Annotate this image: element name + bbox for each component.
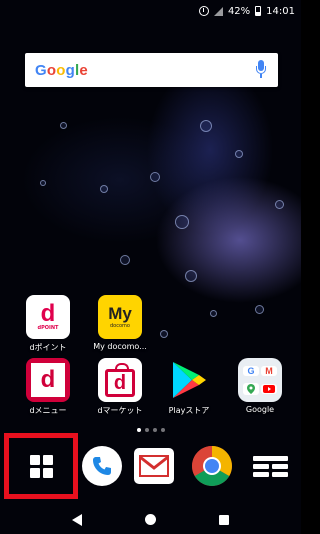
google-logo: Google <box>35 61 88 79</box>
page-dot <box>144 428 149 432</box>
app-label: Google <box>245 405 275 414</box>
app-label: dマーケット <box>97 406 143 415</box>
mail-icon <box>134 448 174 484</box>
alarm-icon <box>198 6 209 16</box>
bubble <box>150 172 160 182</box>
battery-percentage: 42% <box>227 5 251 17</box>
google-search-bar[interactable]: Google <box>25 53 278 87</box>
app-play-store[interactable]: Playストア <box>154 358 224 416</box>
google-folder-icon: G M <box>238 358 282 402</box>
app-label: dメニュー <box>29 406 67 415</box>
bubble <box>185 270 197 282</box>
app-my-docomo[interactable]: My docomo My docomo... <box>85 295 155 351</box>
status-time: 14:01 <box>266 5 295 17</box>
bubble <box>100 185 108 193</box>
bubble <box>60 122 67 129</box>
bubble <box>210 310 217 317</box>
app-dmenu[interactable]: d dメニュー <box>13 358 83 416</box>
mic-icon[interactable] <box>254 60 268 80</box>
bubble <box>175 215 189 229</box>
dpoint-icon: d dPOINT <box>26 295 70 339</box>
chrome-app[interactable] <box>188 442 236 490</box>
my-docomo-icon: My docomo <box>98 295 142 339</box>
app-dmarket[interactable]: d dマーケット <box>85 358 155 416</box>
app-drawer-button[interactable] <box>4 433 78 499</box>
page-indicator <box>0 428 301 432</box>
youtube-icon <box>261 383 277 394</box>
navigation-bar <box>0 505 301 534</box>
play-store-icon <box>167 358 211 402</box>
bubble <box>235 150 243 158</box>
bubble <box>40 180 46 186</box>
menu-app[interactable] <box>246 442 294 490</box>
mail-app[interactable] <box>130 442 178 490</box>
app-drawer-grid-icon <box>29 454 53 478</box>
app-google-folder[interactable]: G M Google <box>225 358 295 414</box>
page-dot <box>152 428 157 432</box>
bubble <box>275 200 284 209</box>
app-label: Playストア <box>168 406 210 415</box>
bubble <box>200 120 212 132</box>
phone-app[interactable] <box>78 442 126 490</box>
battery-icon <box>255 6 262 16</box>
phone-icon <box>82 446 122 486</box>
app-label: My docomo... <box>93 342 147 351</box>
recents-icon[interactable] <box>219 514 230 525</box>
app-label: dポイント <box>29 343 67 352</box>
dmarket-icon: d <box>98 358 142 402</box>
back-icon[interactable] <box>71 513 82 526</box>
chrome-icon <box>191 445 233 487</box>
bubble <box>120 255 130 265</box>
app-dpoint[interactable]: d dPOINT dポイント <box>13 295 83 353</box>
bubble <box>255 305 264 314</box>
maps-icon <box>243 382 259 395</box>
signal-icon <box>213 6 223 16</box>
dmenu-icon: d <box>26 358 70 402</box>
home-icon[interactable] <box>144 514 156 525</box>
page-dot <box>136 428 141 432</box>
status-bar: 42% 14:01 <box>0 0 301 22</box>
bubble <box>160 330 168 338</box>
page-dot <box>160 428 165 432</box>
menu-grid-icon <box>252 455 288 477</box>
